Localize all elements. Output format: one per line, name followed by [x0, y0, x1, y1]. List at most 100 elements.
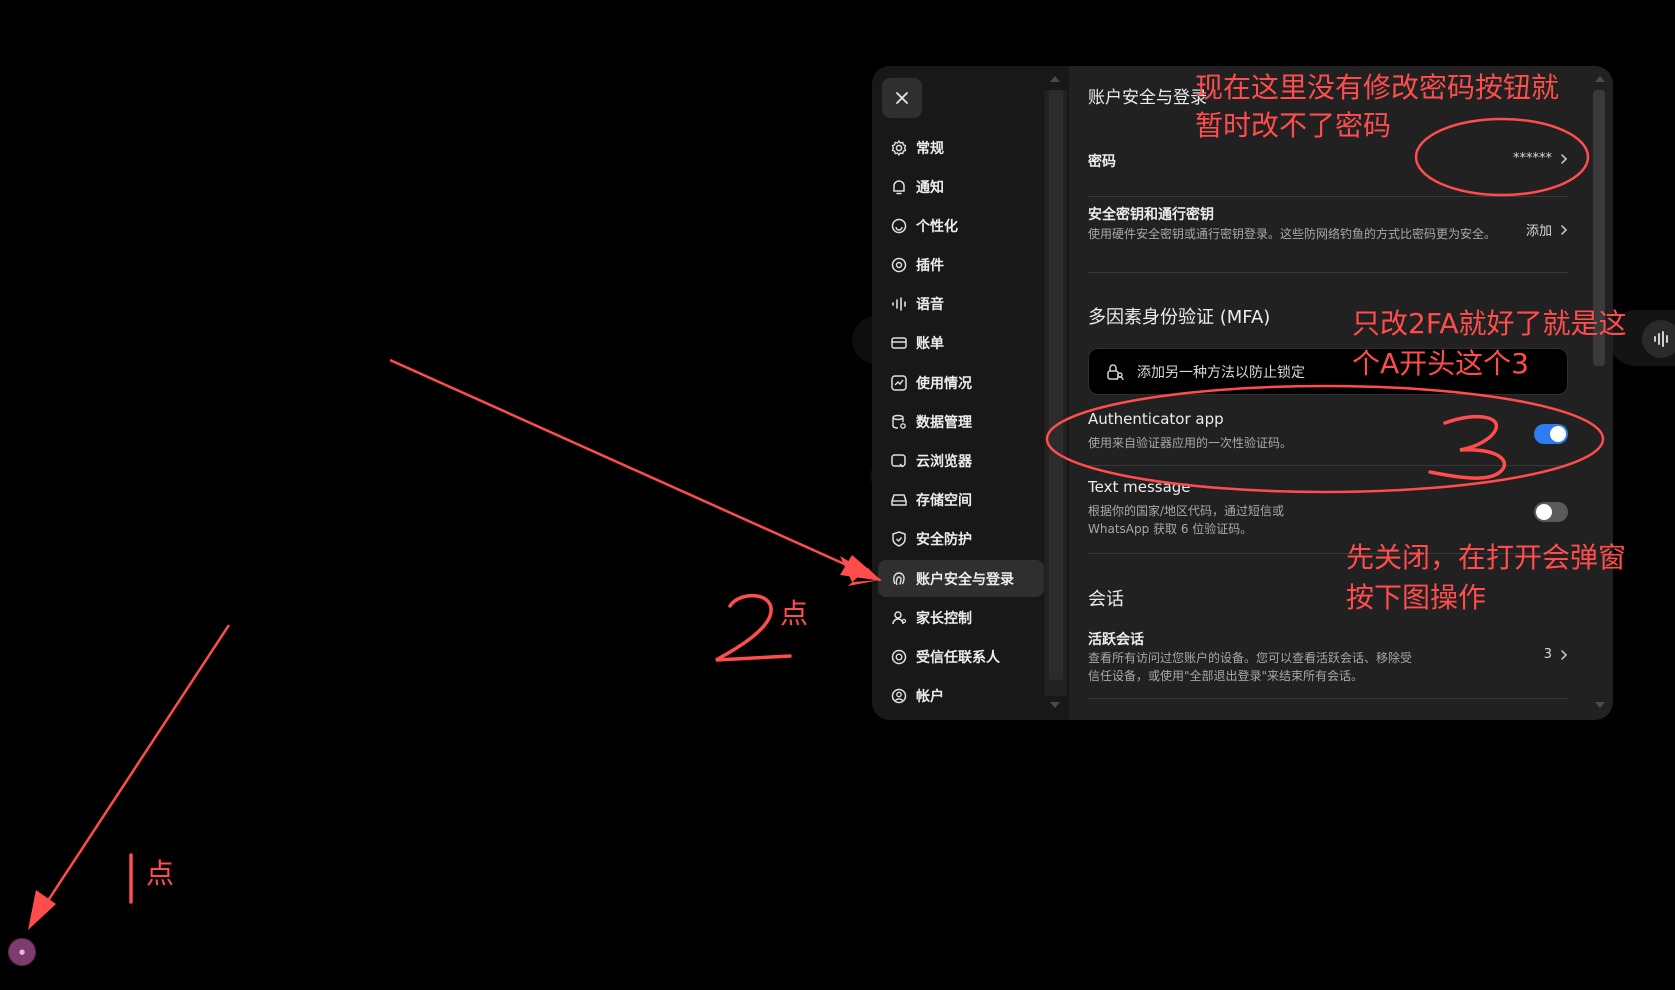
sidebar-item-0[interactable]: 常规: [878, 129, 1044, 166]
session-count: 3: [1543, 647, 1552, 662]
sidebar-item-label: 个性化: [916, 218, 958, 235]
arrow-to-nav-item: [389, 358, 881, 582]
page-title: 账户安全与登录: [1088, 88, 1207, 108]
add-mfa-method-label: 添加另一种方法以防止锁定: [1137, 364, 1305, 381]
password-mask: ******: [1513, 151, 1552, 166]
lifebuoy-icon: [890, 648, 908, 666]
waveform-icon: [1654, 331, 1668, 347]
sidebar-item-label: 插件: [916, 258, 944, 275]
chevron-right-icon: [1561, 153, 1568, 164]
annotation-top-line1: 现在这里没有修改密码按钮就: [1195, 71, 1560, 104]
authenticator-desc: 使用来自验证器应用的一次性验证码。: [1088, 436, 1293, 450]
scroll-down-arrow-icon[interactable]: [1050, 702, 1060, 708]
annotation-toggle-line1: 先关闭，在打开会弹窗: [1346, 541, 1627, 574]
authenticator-title: Authenticator app: [1088, 410, 1224, 428]
chevron-right-icon: [1561, 649, 1568, 660]
text-message-desc: 根据你的国家/地区代码，通过短信或 WhatsApp 获取 6 位验证码。: [1088, 504, 1285, 536]
person-icon: [890, 609, 908, 627]
bell-icon: [890, 178, 908, 196]
database-icon: [890, 413, 908, 431]
security-keys-desc: 使用硬件安全密钥或通行密钥登录。这些防网络钓鱼的方式比密码更为安全。: [1088, 227, 1497, 241]
sidebar-item-8[interactable]: 云浏览器: [878, 443, 1044, 480]
sidebar-item-label: 家长控制: [916, 610, 972, 627]
toggle-knob: [1536, 504, 1552, 520]
arrow-head-icon: [28, 890, 56, 930]
authenticator-row: Authenticator app 使用来自验证器应用的一次性验证码。: [1088, 402, 1568, 466]
sidebar-scrollbar[interactable]: [1044, 90, 1067, 696]
sidebar-item-11[interactable]: 账户安全与登录: [878, 560, 1044, 598]
annotation-mfa-line2: 个A开头这个3: [1352, 347, 1529, 380]
sidebar-item-label: 账单: [916, 336, 944, 353]
sidebar-item-label: 常规: [916, 140, 944, 157]
sidebar-item-label: 账户安全与登录: [916, 571, 1014, 588]
text-message-toggle[interactable]: [1534, 502, 1568, 522]
sessions-heading: 会话: [1088, 589, 1124, 610]
text-message-title: Text message: [1088, 478, 1191, 496]
scroll-up-arrow-icon[interactable]: [1595, 76, 1605, 82]
storage-icon: [890, 491, 908, 509]
sidebar-item-4[interactable]: 语音: [878, 286, 1044, 323]
settings-dialog: 常规 通知 个性化 插件 语音 账单 使用情况 数据管理 云浏览器 存储空间 安全防护 账户安全与登录…: [872, 66, 1613, 720]
voice-button[interactable]: [1642, 320, 1675, 358]
sidebar-nav: 常规通知个性化插件语音账单使用情况数据管理云浏览器存储空间安全防护账户安全与登录…: [878, 129, 1044, 717]
sidebar-item-2[interactable]: 个性化: [878, 207, 1044, 244]
toggle-knob: [1550, 426, 1566, 442]
sidebar-item-14[interactable]: 帐户: [878, 678, 1044, 715]
annotation-toggle-line2: 按下图操作: [1346, 581, 1487, 614]
annotation-top-line2: 暂时改不了密码: [1195, 109, 1392, 142]
password-row[interactable]: 密码 ******: [1088, 144, 1568, 197]
sidebar-item-label: 语音: [916, 297, 944, 314]
annotation-step2-label: 点: [780, 597, 809, 630]
card-icon: [890, 334, 908, 352]
add-label: 添加: [1525, 224, 1552, 239]
waveform-icon: [890, 295, 908, 313]
active-sessions-count[interactable]: 3: [1544, 647, 1568, 662]
sidebar-item-6[interactable]: 使用情况: [878, 364, 1044, 401]
password-label: 密码: [1088, 154, 1116, 170]
sidebar-item-label: 使用情况: [916, 375, 972, 392]
settings-sidebar: 常规通知个性化插件语音账单使用情况数据管理云浏览器存储空间安全防护账户安全与登录…: [872, 66, 1069, 720]
sidebar-item-label: 存储空间: [916, 493, 972, 510]
avatar-initials-icon: ●: [18, 948, 26, 956]
security-keys-add[interactable]: 添加: [1526, 220, 1568, 239]
annotation-step1-label: 点: [146, 857, 175, 890]
password-value: ******: [1513, 151, 1568, 166]
sidebar-item-label: 通知: [916, 179, 944, 196]
chevron-right-icon: [1561, 224, 1568, 235]
arrow-to-avatar: [30, 624, 231, 926]
annotation-mfa-line1: 只改2FA就好了就是这: [1352, 307, 1627, 340]
security-keys-row[interactable]: 安全密钥和通行密钥 使用硬件安全密钥或通行密钥登录。这些防网络钓鱼的方式比密码更…: [1088, 197, 1568, 273]
sidebar-item-3[interactable]: 插件: [878, 247, 1044, 284]
active-sessions-desc: 查看所有访问过您账户的设备。您可以查看活跃会话、移除受信任设备，或使用"全部退出…: [1088, 651, 1413, 683]
sidebar-item-label: 安全防护: [916, 532, 972, 549]
sidebar-item-7[interactable]: 数据管理: [878, 403, 1044, 440]
cloud-browser-icon: [890, 452, 908, 470]
scroll-down-arrow-icon[interactable]: [1595, 702, 1605, 708]
sidebar-item-13[interactable]: 受信任联系人: [878, 638, 1044, 675]
active-sessions-row[interactable]: 活跃会话 查看所有访问过您账户的设备。您可以查看活跃会话、移除受信任设备，或使用…: [1088, 619, 1568, 699]
content-scrollbar[interactable]: [1593, 90, 1607, 696]
authenticator-toggle[interactable]: [1534, 424, 1568, 444]
sidebar-item-12[interactable]: 家长控制: [878, 599, 1044, 636]
sidebar-item-10[interactable]: 安全防护: [878, 521, 1044, 558]
settings-content: 账户安全与登录 密码 ****** 安全密钥和通行密钥 使用硬件安全密钥或通行密…: [1069, 66, 1613, 720]
avatar[interactable]: ●: [8, 938, 36, 966]
scroll-up-arrow-icon[interactable]: [1050, 76, 1060, 82]
plugin-icon: [890, 256, 908, 274]
sidebar-item-label: 帐户: [916, 689, 944, 706]
sidebar-scroll-thumb[interactable]: [1049, 90, 1063, 680]
chart-icon: [890, 374, 908, 392]
fingerprint-icon: [890, 570, 908, 588]
close-icon: [896, 92, 908, 104]
handwritten-2: [715, 593, 792, 662]
sidebar-item-1[interactable]: 通知: [878, 168, 1044, 205]
sidebar-item-label: 受信任联系人: [916, 649, 1000, 666]
security-keys-title: 安全密钥和通行密钥: [1088, 207, 1214, 223]
sidebar-item-5[interactable]: 账单: [878, 325, 1044, 362]
sidebar-item-label: 数据管理: [916, 414, 972, 431]
sidebar-item-9[interactable]: 存储空间: [878, 482, 1044, 519]
close-button[interactable]: [882, 78, 922, 118]
active-sessions-title: 活跃会话: [1088, 632, 1144, 648]
shield-icon: [890, 530, 908, 548]
lock-person-icon: [1107, 363, 1124, 380]
